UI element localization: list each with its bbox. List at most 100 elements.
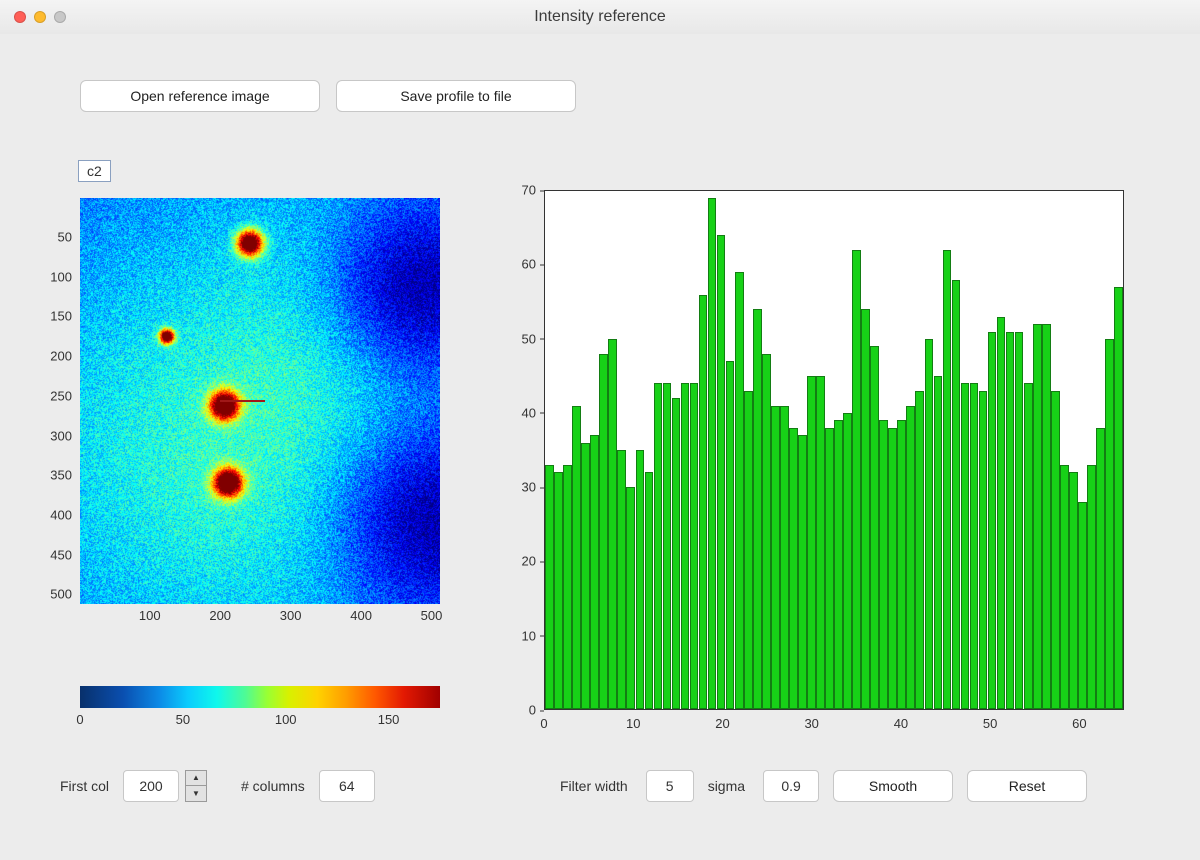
bar-y-ticks: 010203040506070 xyxy=(500,190,542,710)
image-x-tick: 200 xyxy=(209,608,231,623)
window-minimize[interactable] xyxy=(34,11,46,23)
smooth-button[interactable]: Smooth xyxy=(833,770,953,802)
heatmap-axes[interactable] xyxy=(80,198,440,604)
bar xyxy=(762,354,771,709)
bar xyxy=(617,450,626,709)
image-y-tick: 50 xyxy=(30,229,72,244)
bar-x-tick: 10 xyxy=(626,716,640,731)
bar xyxy=(1051,391,1060,709)
image-x-tick: 100 xyxy=(139,608,161,623)
bar xyxy=(753,309,762,709)
bar xyxy=(590,435,599,709)
image-y-tick: 250 xyxy=(30,388,72,403)
bar xyxy=(626,487,635,709)
titlebar: Intensity reference xyxy=(0,0,1200,34)
chevron-down-icon: ▼ xyxy=(192,790,200,798)
bar xyxy=(825,428,834,709)
image-y-tick: 300 xyxy=(30,428,72,443)
save-profile-button[interactable]: Save profile to file xyxy=(336,80,576,112)
image-y-tick: 150 xyxy=(30,309,72,324)
sigma-label: sigma xyxy=(708,778,745,794)
bar xyxy=(1087,465,1096,709)
roi-line[interactable] xyxy=(220,400,265,402)
bar xyxy=(843,413,852,709)
bar xyxy=(988,332,997,709)
bar xyxy=(852,250,861,709)
bar xyxy=(943,250,952,709)
image-x-ticks: 100 200 300 400 500 xyxy=(80,604,440,630)
bar xyxy=(1060,465,1069,709)
bar xyxy=(915,391,924,709)
bar xyxy=(690,383,699,709)
bar xyxy=(545,465,554,709)
right-controls: Filter width sigma Smooth Reset xyxy=(560,770,1087,802)
bar-y-tick: 0 xyxy=(500,703,536,718)
bar-x-tick: 20 xyxy=(715,716,729,731)
bar xyxy=(789,428,798,709)
bar-y-tick: 40 xyxy=(500,405,536,420)
bar xyxy=(997,317,1006,709)
bar-x-tick: 50 xyxy=(983,716,997,731)
colorbar-tick: 0 xyxy=(76,712,83,727)
bar xyxy=(1042,324,1051,709)
bar xyxy=(906,406,915,709)
bar xyxy=(979,391,988,709)
image-x-tick: 500 xyxy=(421,608,443,623)
window-maximize[interactable] xyxy=(54,11,66,23)
bar xyxy=(925,339,934,709)
image-y-tick: 350 xyxy=(30,468,72,483)
first-col-input[interactable] xyxy=(123,770,179,802)
bar xyxy=(970,383,979,709)
first-col-up[interactable]: ▲ xyxy=(185,770,207,786)
image-x-tick: 300 xyxy=(280,608,302,623)
bar xyxy=(1078,502,1087,709)
bar xyxy=(708,198,717,709)
open-reference-button[interactable]: Open reference image xyxy=(80,80,320,112)
bar xyxy=(744,391,753,709)
colorbar-tick: 150 xyxy=(378,712,400,727)
bar xyxy=(726,361,735,709)
bar-x-tick: 60 xyxy=(1072,716,1086,731)
bar-x-tick: 40 xyxy=(894,716,908,731)
reset-button[interactable]: Reset xyxy=(967,770,1087,802)
bars-container xyxy=(545,191,1123,709)
bar xyxy=(888,428,897,709)
bar-y-tick: 10 xyxy=(500,628,536,643)
bar-y-tick: 60 xyxy=(500,257,536,272)
window-title: Intensity reference xyxy=(534,8,666,26)
bar xyxy=(834,420,843,709)
filter-width-input[interactable] xyxy=(646,770,694,802)
bar xyxy=(934,376,943,709)
bar xyxy=(599,354,608,709)
first-col-down[interactable]: ▼ xyxy=(185,786,207,802)
sigma-input[interactable] xyxy=(763,770,819,802)
bar-y-tick: 20 xyxy=(500,554,536,569)
bar xyxy=(554,472,563,709)
colorbar-ticks: 050100150 xyxy=(80,708,440,732)
image-x-tick: 400 xyxy=(350,608,372,623)
window-close[interactable] xyxy=(14,11,26,23)
bar xyxy=(879,420,888,709)
bar xyxy=(807,376,816,709)
bar xyxy=(1096,428,1105,709)
bar-x-tick: 30 xyxy=(804,716,818,731)
num-cols-input[interactable] xyxy=(319,770,375,802)
colorbar-tick: 50 xyxy=(176,712,190,727)
bar-y-tick: 50 xyxy=(500,331,536,346)
bar xyxy=(581,443,590,709)
first-col-spinner: ▲ ▼ xyxy=(185,770,207,802)
bar xyxy=(1069,472,1078,709)
image-axes-wrap: 50100150200250300350400450500 1002003004… xyxy=(30,198,460,618)
top-button-row: Open reference image Save profile to fil… xyxy=(80,80,576,112)
bar xyxy=(645,472,654,709)
left-controls: First col ▲ ▼ # columns xyxy=(60,770,375,802)
image-y-tick: 500 xyxy=(30,587,72,602)
image-y-tick: 400 xyxy=(30,508,72,523)
bar xyxy=(780,406,789,709)
bar xyxy=(717,235,726,709)
bar-axes[interactable] xyxy=(544,190,1124,710)
bar xyxy=(636,450,645,709)
bar xyxy=(1114,287,1123,709)
traffic-lights xyxy=(0,11,66,23)
bar xyxy=(699,295,708,709)
